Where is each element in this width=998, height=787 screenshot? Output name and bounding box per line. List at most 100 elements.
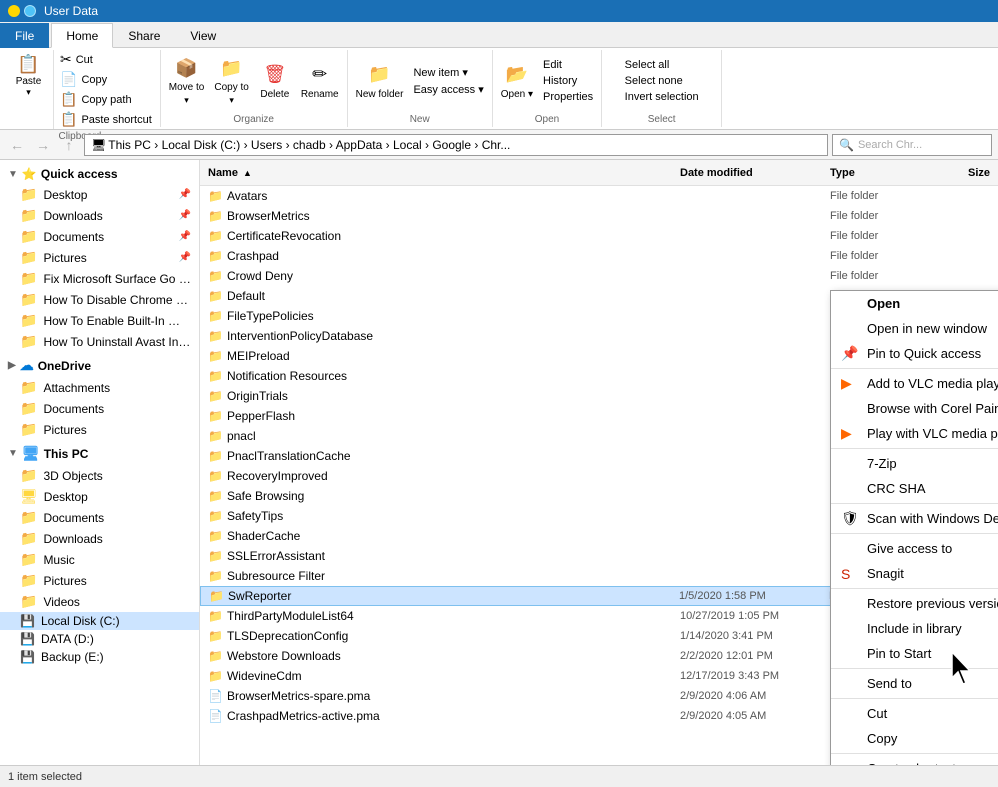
sidebar-item-data-d[interactable]: 💾 DATA (D:) — [0, 630, 199, 648]
quick-access-header[interactable]: ▼ ⭐ Quick access — [0, 164, 199, 184]
copy-button[interactable]: 📄 Copy — [56, 70, 156, 89]
invert-selection-button[interactable]: Invert selection — [621, 90, 703, 104]
ctx-play-vlc[interactable]: ▶ Play with VLC media player — [831, 421, 998, 446]
ctx-add-vlc[interactable]: ▶ Add to VLC media player's Playlist — [831, 371, 998, 396]
properties-button[interactable]: Properties — [539, 90, 597, 104]
back-button[interactable]: ← — [6, 134, 28, 156]
sidebar-item-recent-4[interactable]: 📁 How To Uninstall Avast In Windows 10 — [0, 331, 199, 352]
open-button[interactable]: 📂 Open ▾ — [497, 61, 537, 102]
search-box[interactable]: 🔍 Search Chr... — [832, 134, 992, 156]
ctx-open[interactable]: Open — [831, 291, 998, 316]
sidebar-item-3dobjects[interactable]: 📁 3D Objects — [0, 465, 199, 486]
paste-icon: 📋 — [17, 52, 41, 76]
open-label: Open — [535, 112, 559, 127]
sidebar-item-backup-e[interactable]: 💾 Backup (E:) — [0, 648, 199, 666]
folder-icon: 📁 — [20, 379, 37, 396]
folder-icon: 📁 — [20, 467, 37, 484]
file-name-cell: 📁 PepperFlash — [208, 409, 680, 423]
ctx-vlc2-icon: ▶ — [841, 425, 852, 442]
tab-file[interactable]: File — [0, 23, 49, 48]
sidebar-item-local-disk-c[interactable]: 💾 Local Disk (C:) — [0, 612, 199, 630]
sidebar-item-recent-2[interactable]: 📁 How To Disable Chrome Software Reporte… — [0, 289, 199, 310]
ctx-copy[interactable]: Copy — [831, 726, 998, 751]
minimize-icon[interactable] — [8, 5, 20, 17]
history-button[interactable]: History — [539, 74, 597, 88]
table-row[interactable]: 📁 BrowserMetrics File folder — [200, 206, 998, 226]
sidebar-item-attachments[interactable]: 📁 Attachments — [0, 377, 199, 398]
sidebar-item-pc-pictures[interactable]: 📁 Pictures — [0, 570, 199, 591]
tab-share[interactable]: Share — [113, 23, 175, 48]
copy-to-button[interactable]: 📁 Copy to ▾ — [210, 54, 252, 108]
ctx-cut[interactable]: Cut — [831, 701, 998, 726]
file-type-cell: File folder — [830, 210, 910, 222]
ctx-create-shortcut[interactable]: Create shortcut — [831, 756, 998, 765]
sidebar-item-pc-documents[interactable]: 📁 Documents — [0, 507, 199, 528]
edit-button[interactable]: Edit — [539, 58, 597, 72]
move-to-button[interactable]: 📦 Move to ▾ — [165, 54, 209, 108]
ribbon-open-group: 📂 Open ▾ Edit History Properties Open — [493, 50, 602, 127]
sidebar-item-documents[interactable]: 📁 Documents 📌 — [0, 226, 199, 247]
ctx-scan-defender[interactable]: 🛡 Scan with Windows Defender... — [831, 506, 998, 531]
cut-button[interactable]: ✂ Cut — [56, 50, 156, 69]
file-name-cell: 📁 pnacl — [208, 429, 680, 443]
forward-button[interactable]: → — [32, 134, 54, 156]
easy-access-button[interactable]: Easy access ▾ — [409, 82, 487, 97]
paste-button[interactable]: 📋 Paste ▾ — [4, 50, 54, 129]
col-type-header[interactable]: Type — [830, 167, 910, 179]
file-type-cell: File folder — [830, 270, 910, 282]
ctx-pin-quick-access[interactable]: 📌 Pin to Quick access — [831, 341, 998, 366]
ctx-include-library[interactable]: Include in library › — [831, 616, 998, 641]
select-all-button[interactable]: Select all — [621, 58, 703, 72]
select-none-button[interactable]: Select none — [621, 74, 703, 88]
maximize-icon[interactable] — [24, 5, 36, 17]
file-type-cell: File folder — [830, 190, 910, 202]
col-size-header[interactable]: Size — [910, 167, 990, 179]
sidebar-item-recent-3[interactable]: 📁 How To Enable Built-In Windows 10 Admi… — [0, 310, 199, 331]
col-date-header[interactable]: Date modified — [680, 167, 830, 179]
sidebar-item-od-pictures[interactable]: 📁 Pictures — [0, 419, 199, 440]
thispc-header[interactable]: ▼ 🖥 This PC — [0, 442, 199, 465]
new-folder-button[interactable]: 📁 New folder — [352, 61, 408, 102]
paste-shortcut-button[interactable]: 📋 Paste shortcut — [56, 110, 156, 129]
sidebar-item-recent-1[interactable]: 📁 Fix Microsoft Surface Go Won't Connect… — [0, 268, 199, 289]
copy-path-button[interactable]: 📋 Copy path — [56, 90, 156, 109]
sidebar-item-videos[interactable]: 📁 Videos — [0, 591, 199, 612]
sidebar-item-pc-downloads[interactable]: 📁 Downloads — [0, 528, 199, 549]
ctx-restore-prev[interactable]: Restore previous versions — [831, 591, 998, 616]
file-list[interactable]: Name ▲ Date modified Type Size 📁 Avatars… — [200, 160, 998, 765]
title-bar: User Data — [0, 0, 998, 22]
onedrive-header[interactable]: ▶ ☁ OneDrive — [0, 354, 199, 377]
file-name-text: SSLErrorAssistant — [227, 549, 325, 563]
file-icon: 📁 — [208, 669, 223, 683]
sidebar-item-downloads[interactable]: 📁 Downloads 📌 — [0, 205, 199, 226]
onedrive-label: OneDrive — [38, 359, 91, 373]
col-name-header[interactable]: Name ▲ — [208, 167, 680, 179]
sidebar-item-desktop[interactable]: 📁 Desktop 📌 — [0, 184, 199, 205]
ctx-crc-sha[interactable]: CRC SHA › — [831, 476, 998, 501]
table-row[interactable]: 📁 CertificateRevocation File folder — [200, 226, 998, 246]
delete-button[interactable]: 🗑 Delete — [255, 61, 295, 102]
table-row[interactable]: 📁 Avatars File folder — [200, 186, 998, 206]
ctx-browse-corel[interactable]: Browse with Corel PaintShop Pro 2020 — [831, 396, 998, 421]
file-icon: 📁 — [209, 589, 224, 603]
ctx-pin-start[interactable]: Pin to Start — [831, 641, 998, 666]
ctx-open-new-window[interactable]: Open in new window — [831, 316, 998, 341]
table-row[interactable]: 📁 Crashpad File folder — [200, 246, 998, 266]
up-button[interactable]: ↑ — [58, 134, 80, 156]
new-item-button[interactable]: New item ▾ — [409, 65, 487, 80]
ctx-send-to[interactable]: Send to › — [831, 671, 998, 696]
sidebar-item-music[interactable]: 📁 Music — [0, 549, 199, 570]
rename-button[interactable]: ✏ Rename — [297, 61, 343, 102]
tab-view[interactable]: View — [175, 23, 231, 48]
sidebar-item-pc-desktop[interactable]: 🖥 Desktop — [0, 486, 199, 507]
table-row[interactable]: 📁 Crowd Deny File folder — [200, 266, 998, 286]
sidebar-item-pictures[interactable]: 📁 Pictures 📌 — [0, 247, 199, 268]
tab-home[interactable]: Home — [51, 23, 113, 48]
address-path[interactable]: 🖥 This PC › Local Disk (C:) › Users › ch… — [84, 134, 828, 156]
ctx-give-access[interactable]: Give access to › — [831, 536, 998, 561]
file-name-cell: 📁 MEIPreload — [208, 349, 680, 363]
ctx-7zip[interactable]: 7-Zip › — [831, 451, 998, 476]
file-name-cell: 📁 Webstore Downloads — [208, 649, 680, 663]
sidebar-item-od-documents[interactable]: 📁 Documents — [0, 398, 199, 419]
ctx-snagit[interactable]: S Snagit › — [831, 561, 998, 586]
